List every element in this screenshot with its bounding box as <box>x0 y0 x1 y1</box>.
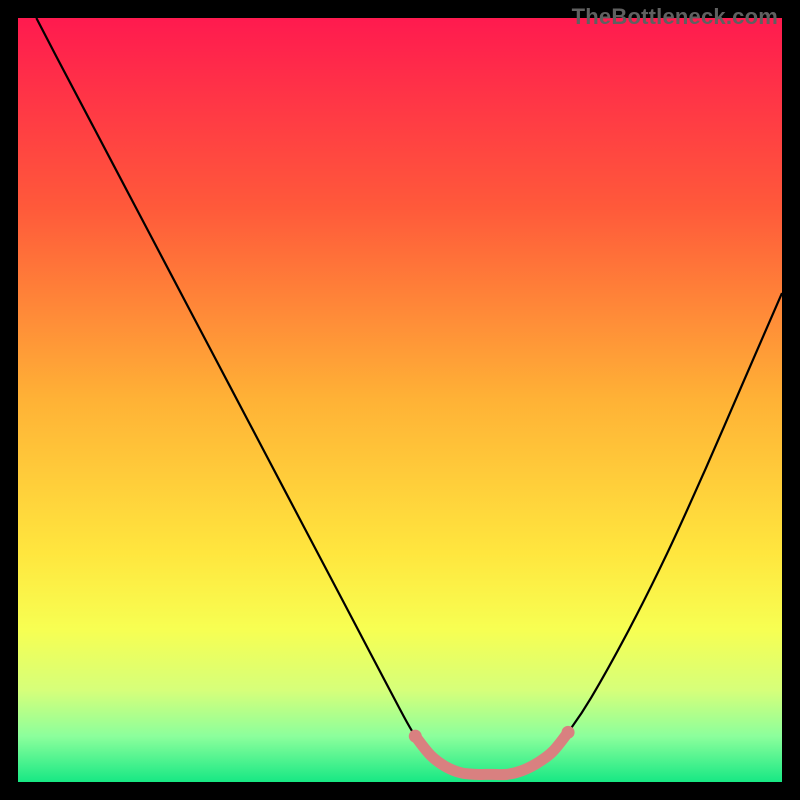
optimal-range-start-dot <box>409 730 422 743</box>
plot-area <box>18 18 782 782</box>
gradient-background <box>18 18 782 782</box>
watermark-text: TheBottleneck.com <box>572 4 778 30</box>
chart-svg <box>18 18 782 782</box>
chart-frame: TheBottleneck.com <box>0 0 800 800</box>
optimal-range-end-dot <box>562 726 575 739</box>
